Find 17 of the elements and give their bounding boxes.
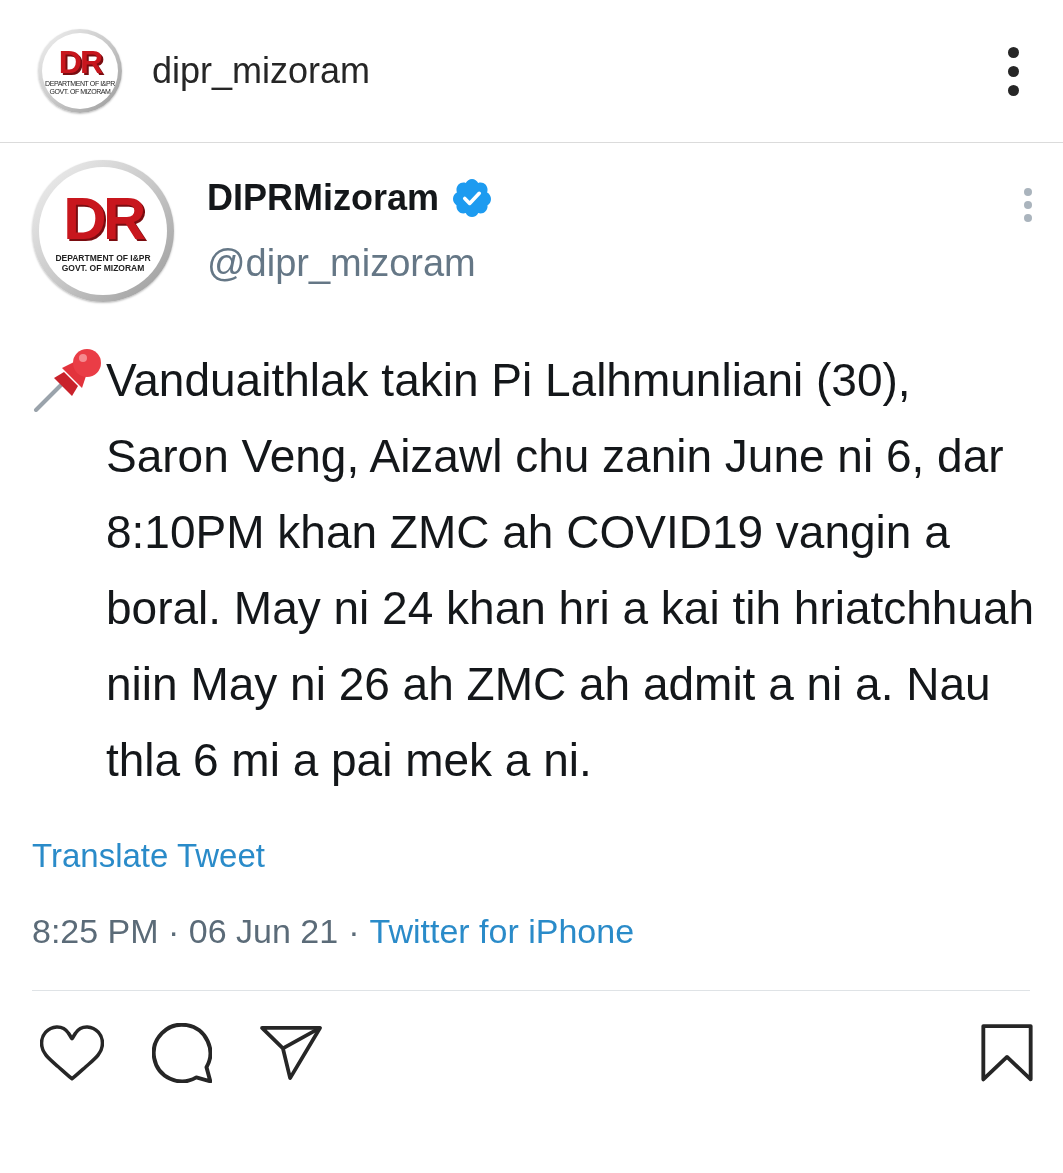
translate-tweet-link[interactable]: Translate Tweet xyxy=(32,834,265,878)
tweet-source-link[interactable]: Twitter for iPhone xyxy=(369,909,635,953)
account-name: DIPRMizoram xyxy=(207,176,440,220)
pushpin-icon xyxy=(32,346,102,412)
heart-icon[interactable] xyxy=(40,1024,104,1082)
more-options-icon[interactable] xyxy=(1008,46,1019,96)
logo-letters: DR xyxy=(58,46,102,79)
separator-dot: · xyxy=(348,911,360,952)
tweet-text: Vanduaithlak takin Pi Lalhmunliani (30), Saron Veng, Aizawl chu zanin June ni 6, dar 8:10PM khan ZMC ah COVID19 vangin a boral. May ni 24 khan hri a kai tih hriatchhuah niin May ni 26 ah ZMC ah admit a ni a. Nau thla 6 mi a pai mek a ni. xyxy=(106,353,1036,788)
logo-caption: DEPARTMENT OF I&PR GOVT. OF MIZORAM xyxy=(55,254,151,273)
comment-icon[interactable] xyxy=(152,1023,212,1083)
username[interactable]: dipr_mizoram xyxy=(152,49,371,93)
account-handle: @dipr_mizoram xyxy=(207,241,477,286)
bookmark-icon[interactable] xyxy=(981,1024,1033,1082)
send-icon[interactable] xyxy=(260,1024,322,1082)
tweet-timestamp: 8:25 PM · 06 Jun 21 xyxy=(32,911,339,952)
logo-letters: DR xyxy=(63,189,143,250)
